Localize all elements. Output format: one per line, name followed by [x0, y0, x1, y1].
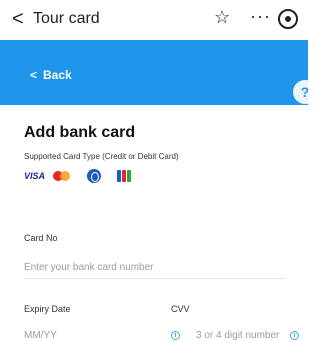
cvv-input[interactable]: 3 or 4 digit number	[196, 330, 279, 341]
back-chevron-icon: <	[30, 68, 38, 82]
back-button-label: Back	[43, 68, 72, 82]
card-number-label: Card No	[24, 233, 58, 243]
form-title: Add bank card	[24, 124, 136, 141]
visa-logo: VISA	[24, 171, 46, 181]
blue-header: < Back ?	[0, 40, 308, 105]
expiry-info-icon[interactable]: i	[171, 331, 180, 340]
mastercard-logo	[53, 170, 71, 182]
star-icon[interactable]: ☆	[214, 7, 230, 28]
card-number-underline	[24, 278, 286, 279]
help-icon[interactable]: ?	[293, 80, 308, 104]
card-brand-logos: VISA	[24, 168, 132, 184]
screen: < Tour card ☆ ··· < Back ? Add bank card…	[0, 0, 308, 342]
cvv-info-icon[interactable]: i	[290, 331, 299, 340]
target-icon[interactable]	[278, 9, 298, 29]
top-app-bar: < Tour card ☆ ···	[0, 0, 308, 40]
more-icon[interactable]: ···	[250, 6, 271, 27]
add-card-form: Add bank card Supported Card Type (Credi…	[0, 105, 308, 342]
expiry-date-label: Expiry Date	[24, 304, 71, 314]
diners-logo	[87, 169, 102, 183]
page-title: Tour card	[33, 10, 100, 27]
expiry-date-input[interactable]: MM/YY	[24, 330, 57, 341]
back-chevron-icon[interactable]: <	[12, 8, 24, 30]
jcb-logo	[117, 170, 132, 182]
back-button[interactable]: < Back	[30, 68, 72, 82]
cvv-label: CVV	[171, 304, 190, 314]
card-number-input[interactable]: Enter your bank card number	[24, 262, 154, 273]
supported-card-types-text: Supported Card Type (Credit or Debit Car…	[24, 152, 179, 161]
